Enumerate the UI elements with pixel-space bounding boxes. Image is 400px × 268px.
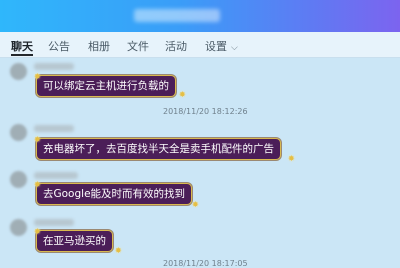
- tab-bar: 聊天 公告 相册 文件 活动 设置 ⌵: [0, 32, 400, 58]
- sparkle-icon: ✸: [34, 72, 41, 81]
- sender-name-blurred: [34, 219, 74, 226]
- message-text: 充电器坏了，去百度找半天全是卖手机配件的广告: [43, 143, 274, 155]
- message-bubble[interactable]: 在亚马逊买的: [37, 231, 112, 251]
- message-timestamp: 2018/11/20 18:17:05: [163, 259, 248, 268]
- avatar[interactable]: [10, 63, 27, 80]
- sparkle-icon: ✸: [34, 180, 41, 189]
- message-text: 去Google能及时而有效的找到: [43, 188, 186, 200]
- avatar[interactable]: [10, 171, 27, 188]
- message-text: 可以绑定云主机进行负载的: [43, 80, 169, 92]
- sparkle-icon: ✸: [179, 90, 186, 99]
- message-timestamp: 2018/11/20 18:12:26: [163, 107, 248, 116]
- sparkle-icon: ✸: [192, 200, 199, 209]
- chevron-down-icon[interactable]: ⌵: [231, 43, 238, 53]
- sparkle-icon: ✸: [34, 135, 41, 144]
- tab-settings[interactable]: 设置 ⌵: [205, 38, 238, 54]
- tab-album[interactable]: 相册: [88, 38, 110, 54]
- tab-announcements[interactable]: 公告: [48, 38, 70, 54]
- chat-window-header: [0, 0, 400, 32]
- avatar[interactable]: [10, 124, 27, 141]
- group-title-blurred: [134, 9, 220, 22]
- message-text: 在亚马逊买的: [43, 235, 106, 247]
- sender-name-blurred: [34, 172, 78, 179]
- avatar[interactable]: [10, 219, 27, 236]
- message-bubble[interactable]: 去Google能及时而有效的找到: [37, 184, 192, 204]
- tab-settings-label: 设置: [205, 40, 227, 53]
- tab-files[interactable]: 文件: [127, 38, 149, 54]
- active-tab-indicator: [11, 54, 33, 56]
- sender-name-blurred: [34, 63, 74, 70]
- sender-name-blurred: [34, 125, 74, 132]
- tab-events[interactable]: 活动: [165, 38, 187, 54]
- sparkle-icon: ✸: [115, 246, 122, 255]
- message-bubble[interactable]: 充电器坏了，去百度找半天全是卖手机配件的广告: [37, 139, 280, 159]
- sparkle-icon: ✸: [288, 154, 295, 163]
- message-bubble[interactable]: 可以绑定云主机进行负载的: [37, 76, 175, 96]
- tab-chat[interactable]: 聊天: [11, 38, 33, 54]
- sparkle-icon: ✸: [34, 227, 41, 236]
